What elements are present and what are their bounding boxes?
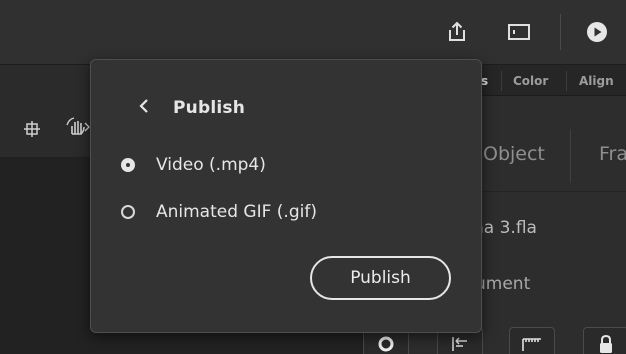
top-toolbar	[0, 0, 626, 65]
radio-button[interactable]	[121, 205, 135, 219]
align-left-icon	[450, 335, 470, 354]
radio-button-selected[interactable]	[121, 158, 135, 172]
app-window: s Color Align Object Fra na 3.fla ument	[0, 0, 626, 354]
hand-rotate-icon[interactable]	[66, 115, 90, 139]
back-button[interactable]	[133, 97, 155, 119]
publish-button[interactable]: Publish	[310, 256, 451, 300]
lock-button[interactable]	[583, 327, 626, 354]
document-section-label: ument	[475, 274, 531, 294]
pin-icon	[377, 335, 395, 354]
tab-color[interactable]: Color	[513, 74, 548, 88]
tab-frame[interactable]: Fra	[599, 143, 626, 165]
crosshair-icon[interactable]	[20, 117, 44, 141]
option-animated-gif[interactable]: Animated GIF (.gif)	[121, 200, 317, 224]
tab-divider	[501, 71, 502, 91]
share-icon[interactable]	[445, 20, 469, 44]
lock-icon	[597, 334, 615, 354]
option-label: Animated GIF (.gif)	[156, 202, 317, 222]
chevron-left-icon	[138, 98, 150, 118]
tab-object[interactable]: Object	[483, 143, 545, 165]
tab-properties[interactable]: s	[481, 74, 488, 88]
document-name: na 3.fla	[473, 218, 537, 238]
ruler-button[interactable]	[509, 327, 555, 354]
tab-divider	[566, 71, 567, 91]
popup-title: Publish	[173, 98, 246, 118]
tab-align[interactable]: Align	[579, 74, 614, 88]
panel-layout-icon[interactable]	[507, 20, 531, 44]
play-icon[interactable]	[585, 20, 609, 44]
ruler-icon	[521, 335, 543, 354]
option-label: Video (.mp4)	[156, 155, 266, 175]
publish-popup: Publish Video (.mp4) Animated GIF (.gif)…	[90, 59, 482, 333]
property-tab-divider	[570, 129, 571, 183]
option-video-mp4[interactable]: Video (.mp4)	[121, 153, 266, 177]
toolbar-divider	[560, 14, 561, 50]
